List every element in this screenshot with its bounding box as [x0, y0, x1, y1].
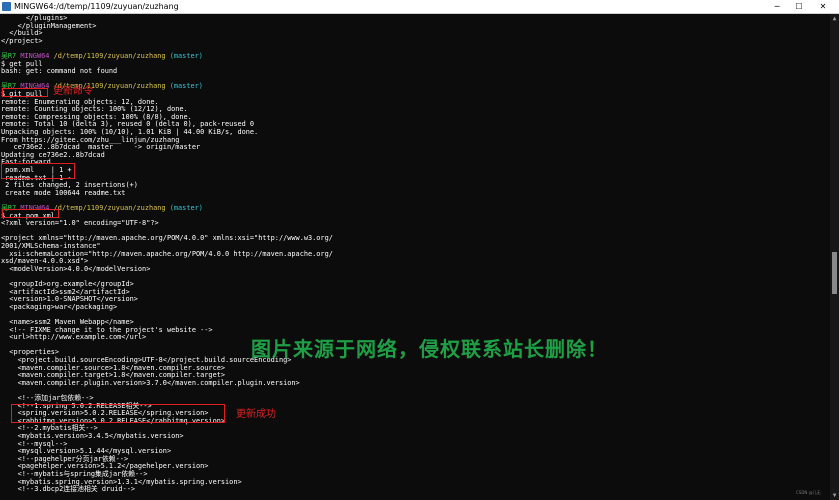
cat-command-highlight-box [2, 209, 59, 218]
command-output: bash: get: command not found [1, 67, 118, 76]
xml-line: </project> [1, 36, 43, 45]
prompt-path: /d/temp/1109/zuyuan/zuzhang [53, 52, 166, 60]
prompt-path: /d/temp/1109/zuyuan/zuzhang [53, 204, 166, 212]
version-highlight-box [11, 404, 225, 423]
vertical-scrollbar[interactable]: ▲ ▼ [830, 14, 839, 500]
prompt-branch: (master) [169, 82, 203, 91]
terminal-output[interactable]: </plugins> </pluginManagement> </build> … [0, 14, 830, 500]
xml-line: <packaging>war</packaging> [1, 302, 118, 311]
prompt-branch: (master) [169, 204, 203, 212]
xml-line: <url>http://www.example.com</url> [1, 333, 147, 342]
xml-line: <modelVersion>4.0.0</modelVersion> [1, 264, 151, 273]
scrollbar-thumb[interactable] [832, 252, 837, 294]
scroll-down-arrow-icon[interactable]: ▼ [830, 491, 839, 500]
window-titlebar[interactable]: MINGW64:/d/temp/1109/zuyuan/zuzhang ─ ☐ … [0, 0, 839, 14]
xml-line: <?xml version="1.0" encoding="UTF-8"?> [1, 219, 159, 228]
scroll-up-arrow-icon[interactable]: ▲ [830, 14, 839, 23]
minimize-button[interactable]: ─ [766, 0, 788, 13]
git-pull-highlight-box [2, 88, 48, 97]
footer-watermark: CSDN @几无 [796, 490, 821, 495]
pull-output-line: create mode 100644 readme.txt [1, 188, 126, 197]
watermark-text: 图片来源于网络，侵权联系站长删除！ [251, 337, 608, 361]
update-success-note: 更新成功 [236, 409, 276, 420]
window-title: MINGW64:/d/temp/1109/zuyuan/zuzhang [14, 2, 179, 11]
changed-files-highlight-box [1, 163, 75, 179]
close-button[interactable]: ✕ [812, 0, 834, 13]
xml-line: <!--3.dbcp2连接池相关 druid--> [1, 485, 136, 494]
prompt-branch: (master) [169, 52, 203, 60]
xml-line: <maven.compiler.plugin.version>3.7.0</ma… [1, 378, 300, 387]
terminal-app-icon [2, 2, 11, 11]
update-command-note: 更新命令 [53, 86, 93, 97]
maximize-button[interactable]: ☐ [788, 0, 810, 13]
